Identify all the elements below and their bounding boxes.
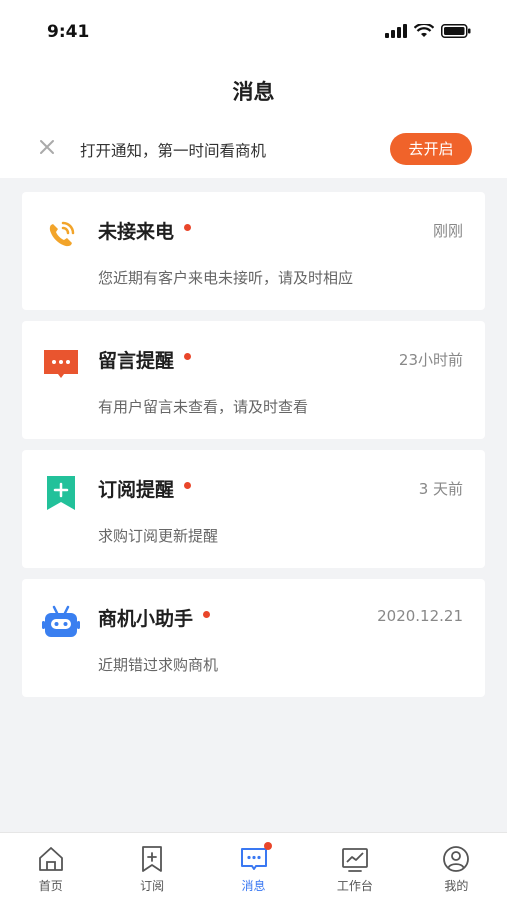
wifi-icon <box>414 24 434 37</box>
tab-label: 工作台 <box>336 879 373 893</box>
message-item-subscription[interactable]: 订阅提醒 3 天前 求购订阅更新提醒 <box>22 450 485 568</box>
battery-icon <box>441 24 471 38</box>
unread-badge <box>263 842 272 850</box>
message-description: 有用户留言未查看，请及时查看 <box>98 398 309 416</box>
message-list: 未接来电 刚刚 您近期有客户来电未接听，请及时相应 留言提醒 23小时前 有用户… <box>22 192 485 708</box>
unread-dot <box>184 482 192 489</box>
status-bar: 9:41 <box>0 0 507 62</box>
message-time: 3 天前 <box>418 480 463 498</box>
bookmark-icon <box>47 476 75 510</box>
tab-profile[interactable]: 我的 <box>406 833 507 901</box>
home-icon <box>38 847 63 871</box>
message-title-text: 未接来电 <box>98 221 175 243</box>
page-title: 消息 <box>232 80 275 104</box>
tab-bar: 首页 订阅 消息 工作台 我的 <box>0 832 507 901</box>
message-description: 求购订阅更新提醒 <box>98 527 219 545</box>
message-title: 未接来电 <box>98 217 192 244</box>
tab-label: 我的 <box>444 879 469 893</box>
bookmark-icon <box>142 846 163 872</box>
tab-subscribe[interactable]: 订阅 <box>101 833 202 901</box>
message-title-text: 留言提醒 <box>98 350 175 372</box>
message-item-comment[interactable]: 留言提醒 23小时前 有用户留言未查看，请及时查看 <box>22 321 485 439</box>
unread-dot <box>184 353 192 360</box>
tab-workbench[interactable]: 工作台 <box>304 833 405 901</box>
message-title-text: 订阅提醒 <box>98 479 175 501</box>
comment-icon <box>44 350 78 378</box>
unread-dot <box>203 611 211 618</box>
close-icon[interactable] <box>38 138 56 156</box>
message-item-assistant[interactable]: 商机小助手 2020.12.21 近期错过求购商机 <box>22 579 485 697</box>
message-item-missed-call[interactable]: 未接来电 刚刚 您近期有客户来电未接听，请及时相应 <box>22 192 485 310</box>
tab-label: 首页 <box>38 879 63 893</box>
message-title-text: 商机小助手 <box>98 608 194 630</box>
enable-notification-button[interactable]: 去开启 <box>390 133 472 165</box>
status-icons <box>385 24 471 38</box>
notification-text: 打开通知，第一时间看商机 <box>80 142 267 160</box>
phone-icon <box>49 221 75 247</box>
dashboard-icon <box>342 848 368 872</box>
robot-icon <box>42 605 80 637</box>
tab-label: 订阅 <box>140 879 165 893</box>
tab-label: 消息 <box>241 879 266 893</box>
message-title: 订阅提醒 <box>98 475 192 502</box>
message-time: 刚刚 <box>432 222 463 240</box>
status-time: 9:41 <box>47 22 90 42</box>
message-icon <box>240 848 267 870</box>
signal-icon <box>385 24 407 38</box>
message-description: 您近期有客户来电未接听，请及时相应 <box>98 269 354 287</box>
tab-home[interactable]: 首页 <box>0 833 101 901</box>
profile-icon <box>443 846 470 872</box>
message-description: 近期错过求购商机 <box>98 656 219 674</box>
header: 消息 <box>0 62 507 120</box>
unread-dot <box>184 224 192 231</box>
message-title: 商机小助手 <box>98 604 211 631</box>
tab-messages[interactable]: 消息 <box>203 833 304 901</box>
notification-bar: 打开通知，第一时间看商机 去开启 <box>0 120 507 178</box>
message-title: 留言提醒 <box>98 346 192 373</box>
message-time: 2020.12.21 <box>377 607 463 625</box>
message-time: 23小时前 <box>398 351 463 369</box>
